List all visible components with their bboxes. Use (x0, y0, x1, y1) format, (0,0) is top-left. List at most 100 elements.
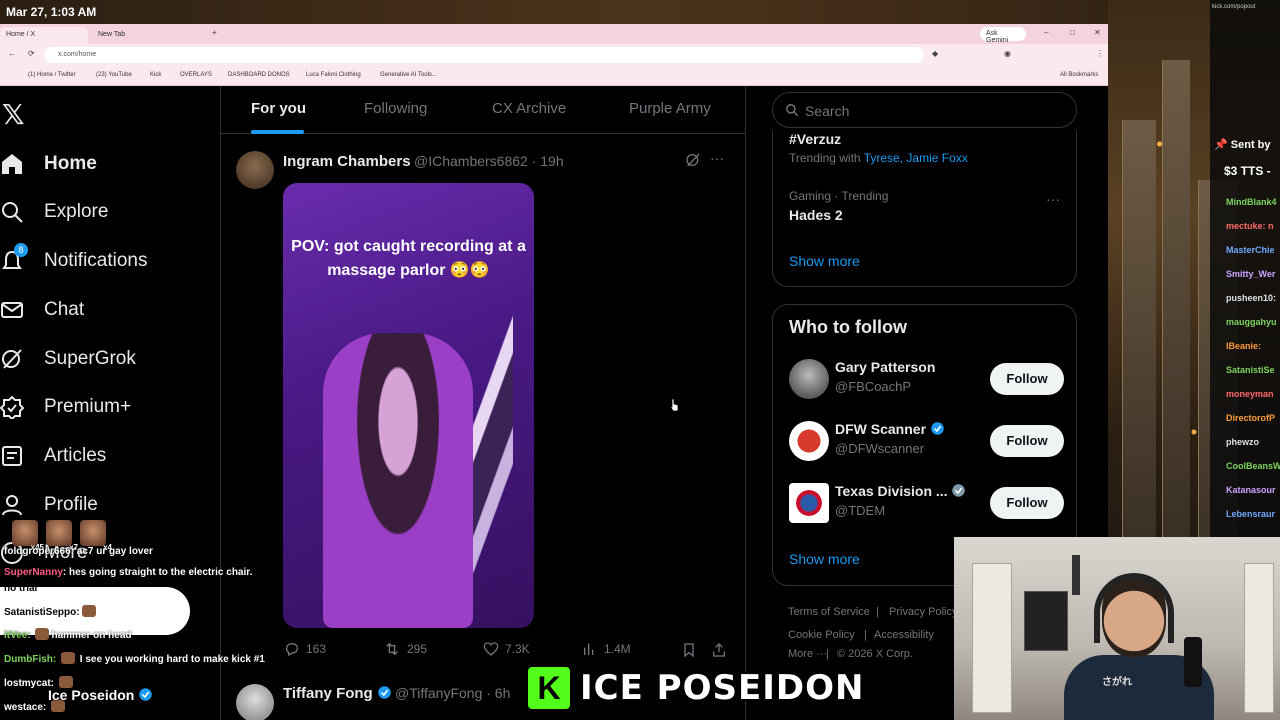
all-bookmarks[interactable]: All Bookmarks (1060, 72, 1098, 78)
browser-tab-x[interactable]: Home / X (0, 27, 88, 44)
trend-related-link[interactable]: Tyrese, Jamie Foxx (864, 151, 968, 165)
footer-link[interactable]: Accessibility (874, 629, 934, 641)
room-door (972, 563, 1012, 713)
account-suggestion[interactable]: Gary Patterson @FBCoachP Follow (789, 357, 1064, 401)
new-tab-plus-icon[interactable]: + (212, 28, 217, 37)
grok-icon[interactable] (685, 152, 701, 173)
nav-supergrok[interactable]: SuperGrok (0, 339, 136, 379)
nav-label: Premium+ (44, 396, 132, 417)
footer-link[interactable]: Privacy Policy (889, 606, 957, 618)
tts-sent-by: 📌 Sent by (1214, 139, 1271, 151)
share-icon[interactable] (711, 642, 727, 663)
person-icon (0, 493, 24, 517)
extension-icon[interactable]: ◉ (1004, 49, 1011, 58)
search-input[interactable]: Search (772, 92, 1077, 128)
more-dots-icon[interactable]: ··· (1046, 191, 1060, 207)
footer-more[interactable]: More ··· (788, 648, 827, 660)
account-name: DFW Scanner (835, 421, 945, 437)
stream-chat-message: Lebensraur (1226, 509, 1276, 519)
account-handle: @FBCoachP (835, 379, 912, 394)
tab-following[interactable]: Following (364, 100, 427, 117)
bookmark-icon[interactable] (681, 642, 697, 663)
browser-window: Home / X New Tab + Ask Gemini – □ ✕ ← ⟳ … (0, 24, 1108, 86)
nav-chat[interactable]: Chat (0, 290, 84, 330)
browser-tab-bar: Home / X New Tab + Ask Gemini – □ ✕ (0, 24, 1108, 44)
nav-explore[interactable]: Explore (0, 192, 108, 232)
follow-button[interactable]: Follow (990, 487, 1064, 519)
chat-text: hammer on head (51, 630, 132, 641)
url-input[interactable]: x.com/home (44, 47, 924, 63)
tab-purple-army[interactable]: Purple Army (629, 100, 711, 117)
close-window-icon[interactable]: ✕ (1094, 28, 1101, 37)
nav-label: Home (44, 153, 97, 174)
nav-articles[interactable]: Articles (0, 436, 106, 476)
chat-text: I see you working hard to make kick #1 (79, 654, 265, 665)
chat-user: SatanistiSeppo: (4, 607, 80, 618)
chat-text: no trial (4, 583, 38, 594)
verified-icon (378, 686, 391, 699)
chat-user: foldgroper666 (4, 546, 71, 557)
reload-icon[interactable]: ⟳ (28, 49, 35, 58)
ask-gemini-button[interactable]: Ask Gemini (980, 27, 1026, 44)
post-video[interactable]: POV: got caught recording at a massage p… (283, 183, 534, 628)
follow-button[interactable]: Follow (990, 425, 1064, 457)
x-logo-icon[interactable]: 𝕏 (2, 98, 25, 131)
emote: x45 (12, 520, 44, 552)
tts-amount: $3 TTS - (1224, 164, 1271, 178)
divider (745, 86, 746, 720)
account-name-text: Texas Division ... (835, 483, 948, 499)
repost-button[interactable]: 295 (383, 641, 427, 657)
account-suggestion[interactable]: Texas Division ... @TDEM Follow (789, 481, 1064, 525)
address-bar-row: ← ⟳ x.com/home ◆ ◉ ⋮ (0, 44, 1108, 66)
like-button[interactable]: 7.3K (483, 641, 530, 657)
stream-clock: Mar 27, 1:03 AM (6, 5, 97, 19)
search-placeholder: Search (805, 103, 850, 119)
chat-user: SuperNanny (4, 567, 63, 578)
trend-tag[interactable]: #Verzuz (789, 131, 841, 147)
bookmark-item[interactable]: OVERLAYS (180, 72, 212, 78)
search-icon (786, 104, 799, 117)
heart-icon (483, 642, 499, 656)
stream-chat-message: phewzo (1226, 437, 1259, 447)
back-icon[interactable]: ← (8, 49, 16, 58)
minimize-icon[interactable]: – (1044, 28, 1048, 37)
nav-home[interactable]: Home (0, 144, 97, 184)
views-button[interactable]: 1.4M (582, 641, 631, 657)
more-dots-icon[interactable]: ··· (710, 150, 724, 166)
post-author-handle[interactable]: @TiffanyFong · 6h (395, 685, 510, 701)
browser-tab-new[interactable]: New Tab (92, 27, 202, 44)
trend-name[interactable]: Hades 2 (789, 207, 843, 223)
extension-icon[interactable]: ◆ (932, 49, 938, 58)
tab-for-you[interactable]: For you (251, 100, 306, 117)
menu-kebab-icon[interactable]: ⋮ (1096, 49, 1104, 58)
footer-link[interactable]: Cookie Policy (788, 629, 855, 641)
bookmark-item[interactable]: (23) YouTube (96, 72, 132, 78)
tab-cx-archive[interactable]: CX Archive (492, 100, 566, 117)
nav-notifications[interactable]: 8 Notifications (0, 241, 148, 281)
show-more-trends[interactable]: Show more (789, 253, 860, 269)
maximize-icon[interactable]: □ (1070, 28, 1075, 37)
stream-screen: Mar 27, 1:03 AM Home / X New Tab + Ask G… (0, 0, 1280, 720)
footer-link[interactable]: Terms of Service (788, 606, 870, 618)
stream-chat-message: pusheen10: (1226, 293, 1277, 303)
post-author-handle[interactable]: @IChambers6862 · 19h (414, 153, 564, 169)
chat-url: kick.com/popout (1212, 4, 1256, 10)
bookmark-item[interactable]: Generative AI Tools... (380, 72, 437, 78)
bookmark-item[interactable]: DASHBOARD DONOS (228, 72, 290, 78)
post-author-name[interactable]: Ingram Chambers (283, 153, 411, 170)
trend-subtitle: Trending with Tyrese, Jamie Foxx (789, 151, 968, 165)
account-handle: @DFWscanner (835, 441, 925, 456)
chat-message: DumbFish: I see you working hard to make… (4, 652, 265, 665)
verified-icon (931, 422, 944, 435)
bookmark-item[interactable]: Luca Faloni Clothing (306, 72, 361, 78)
avatar[interactable] (236, 151, 274, 189)
follow-button[interactable]: Follow (990, 363, 1064, 395)
bookmark-item[interactable]: (1) Home / Twitter (28, 72, 76, 78)
show-more-follow[interactable]: Show more (789, 551, 860, 567)
account-suggestion[interactable]: DFW Scanner @DFWscanner Follow (789, 419, 1064, 463)
nav-premium[interactable]: Premium+ (0, 387, 131, 427)
stream-chat-message: MasterChie (1226, 245, 1275, 255)
notification-badge: 8 (14, 243, 28, 257)
mail-icon (0, 298, 24, 322)
bookmark-item[interactable]: Kick (150, 72, 161, 78)
